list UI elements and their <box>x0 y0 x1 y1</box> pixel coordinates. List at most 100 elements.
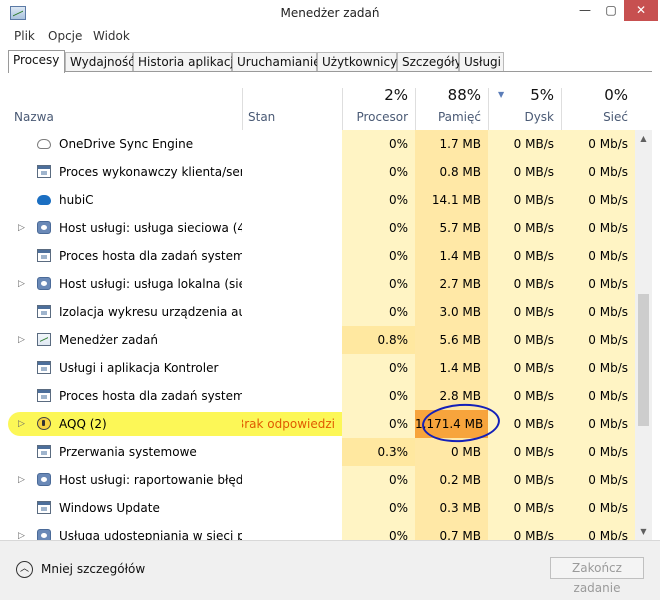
process-name-cell: Przerwania systemowe <box>8 438 242 466</box>
expand-arrow-icon[interactable]: ▷ <box>18 270 25 298</box>
table-row[interactable]: Usługi i aplikacja Kontroler 0% 1.4 MB 0… <box>8 354 635 382</box>
process-name: hubiC <box>59 193 94 207</box>
network-cell: 0 Mb/s <box>561 158 635 186</box>
memory-cell: 5.7 MB <box>415 214 488 242</box>
memory-cell: 0 MB <box>415 438 488 466</box>
column-disk-label: Dysk <box>524 110 554 124</box>
process-name: Proces hosta dla zadań systemu... <box>59 249 242 263</box>
window-icon <box>37 165 51 178</box>
process-name: OneDrive Sync Engine <box>59 137 194 151</box>
column-disk[interactable]: 5% Dysk <box>488 72 561 130</box>
end-task-button[interactable]: Zakończ zadanie <box>550 557 644 595</box>
table-row[interactable]: Windows Update 0% 0.3 MB 0 MB/s 0 Mb/s <box>8 494 635 522</box>
window-icon <box>37 445 51 458</box>
menu-file[interactable]: Plik <box>14 29 35 43</box>
scroll-up-arrow-icon[interactable]: ▲ <box>635 130 652 147</box>
process-name: Proces hosta dla zadań systemu... <box>59 389 242 403</box>
disk-cell: 0 MB/s <box>488 130 561 158</box>
memory-cell: 1.4 MB <box>415 242 488 270</box>
cpu-cell: 0% <box>342 242 415 270</box>
table-row[interactable]: OneDrive Sync Engine 0% 1.7 MB 0 MB/s 0 … <box>8 130 635 158</box>
tab-processes[interactable]: Procesy <box>8 50 65 73</box>
process-status-cell <box>242 522 342 540</box>
process-name-cell: OneDrive Sync Engine <box>8 130 242 158</box>
window-icon <box>37 305 51 318</box>
network-cell: 0 Mb/s <box>561 214 635 242</box>
table-row[interactable]: Proces wykonawczy klienta/ser... 0% 0.8 … <box>8 158 635 186</box>
cpu-cell: 0% <box>342 158 415 186</box>
network-cell: 0 Mb/s <box>561 522 635 540</box>
disk-cell: 0 MB/s <box>488 242 561 270</box>
minimize-button[interactable]: — <box>572 0 598 21</box>
table-row[interactable]: Przerwania systemowe 0.3% 0 MB 0 MB/s 0 … <box>8 438 635 466</box>
column-status-label: Stan <box>248 110 276 124</box>
menu-view[interactable]: Widok <box>93 29 130 43</box>
cpu-cell: 0% <box>342 522 415 540</box>
table-row[interactable]: ▷ Usługa udostępniania w sieci pr... 0% … <box>8 522 635 540</box>
process-name: Host usługi: usługa lokalna (sieć... <box>59 277 242 291</box>
gear-icon <box>37 529 51 540</box>
expand-arrow-icon[interactable]: ▷ <box>18 326 25 354</box>
chevron-up-icon: ︿ <box>16 561 33 578</box>
network-cell: 0 Mb/s <box>561 298 635 326</box>
maximize-button[interactable]: ▢ <box>598 0 624 21</box>
cpu-cell: 0% <box>342 354 415 382</box>
table-row[interactable]: ▷ Menedżer zadań 0.8% 5.6 MB 0 MB/s 0 Mb… <box>8 326 635 354</box>
process-status-cell <box>242 130 342 158</box>
process-name-cell: ▷ Host usługi: usługa lokalna (sieć... <box>8 270 242 298</box>
title-bar: Menedżer zadań — ▢ ✕ <box>0 0 660 27</box>
network-cell: 0 Mb/s <box>561 326 635 354</box>
column-status[interactable]: Stan <box>242 72 342 130</box>
network-total: 0% <box>604 86 628 104</box>
column-name[interactable]: Nazwa <box>8 72 242 130</box>
column-cpu[interactable]: 2% Procesor <box>342 72 415 130</box>
network-cell: 0 Mb/s <box>561 270 635 298</box>
menu-options[interactable]: Opcje <box>48 29 82 43</box>
table-row[interactable]: Proces hosta dla zadań systemu... 0% 2.8… <box>8 382 635 410</box>
expand-arrow-icon[interactable]: ▷ <box>18 522 25 540</box>
vertical-scrollbar[interactable]: ▲ ▼ <box>635 130 652 540</box>
table-row[interactable]: Proces hosta dla zadań systemu... 0% 1.4… <box>8 242 635 270</box>
memory-cell: 1.7 MB <box>415 130 488 158</box>
table-row[interactable]: ▷ Host usługi: raportowanie błędó... 0% … <box>8 466 635 494</box>
table-row[interactable]: ▷ Host usługi: usługa lokalna (sieć... 0… <box>8 270 635 298</box>
disk-cell: 0 MB/s <box>488 354 561 382</box>
cpu-cell: 0.8% <box>342 326 415 354</box>
tab-app-history[interactable]: Historia aplikacji <box>133 52 237 72</box>
table-row[interactable]: hubiC 0% 14.1 MB 0 MB/s 0 Mb/s <box>8 186 635 214</box>
fewer-details-button[interactable]: ︿ Mniej szczegółów <box>16 559 145 579</box>
tab-services[interactable]: Usługi <box>459 52 504 72</box>
tab-startup[interactable]: Uruchamianie <box>232 52 321 72</box>
tab-performance[interactable]: Wydajność <box>65 52 135 72</box>
memory-cell: 14.1 MB <box>415 186 488 214</box>
cpu-cell: 0% <box>342 382 415 410</box>
cpu-cell: 0% <box>342 214 415 242</box>
memory-total: 88% <box>447 86 481 104</box>
process-name-cell: Windows Update <box>8 494 242 522</box>
network-cell: 0 Mb/s <box>561 242 635 270</box>
scroll-thumb[interactable] <box>638 294 649 426</box>
table-row[interactable]: ▷ Host usługi: usługa sieciowa (4) 0% 5.… <box>8 214 635 242</box>
process-name: Przerwania systemowe <box>59 445 197 459</box>
memory-cell: 0.3 MB <box>415 494 488 522</box>
scroll-down-arrow-icon[interactable]: ▼ <box>635 523 652 540</box>
table-row[interactable]: ▷ AQQ (2) Brak odpowiedzi 0% 1,171.4 MB … <box>8 410 635 438</box>
tab-users[interactable]: Użytkownicy <box>317 52 397 72</box>
expand-arrow-icon[interactable]: ▷ <box>18 466 25 494</box>
expand-arrow-icon[interactable]: ▷ <box>18 214 25 242</box>
disk-cell: 0 MB/s <box>488 326 561 354</box>
expand-arrow-icon[interactable]: ▷ <box>18 410 25 438</box>
process-name-cell: Proces wykonawczy klienta/ser... <box>8 158 242 186</box>
close-button[interactable]: ✕ <box>624 0 658 21</box>
disk-total: 5% <box>530 86 554 104</box>
column-network[interactable]: 0% Sieć <box>561 72 635 130</box>
process-name-cell: ▷ Menedżer zadań <box>8 326 242 354</box>
tab-details[interactable]: Szczegóły <box>397 52 462 72</box>
disk-cell: 0 MB/s <box>488 382 561 410</box>
memory-cell: 3.0 MB <box>415 298 488 326</box>
window-icon <box>37 361 51 374</box>
process-name-cell: ▷ Host usługi: raportowanie błędó... <box>8 466 242 494</box>
process-status-cell <box>242 298 342 326</box>
table-row[interactable]: Izolacja wykresu urządzenia aud... 0% 3.… <box>8 298 635 326</box>
column-memory[interactable]: 88% Pamięć <box>415 72 488 130</box>
